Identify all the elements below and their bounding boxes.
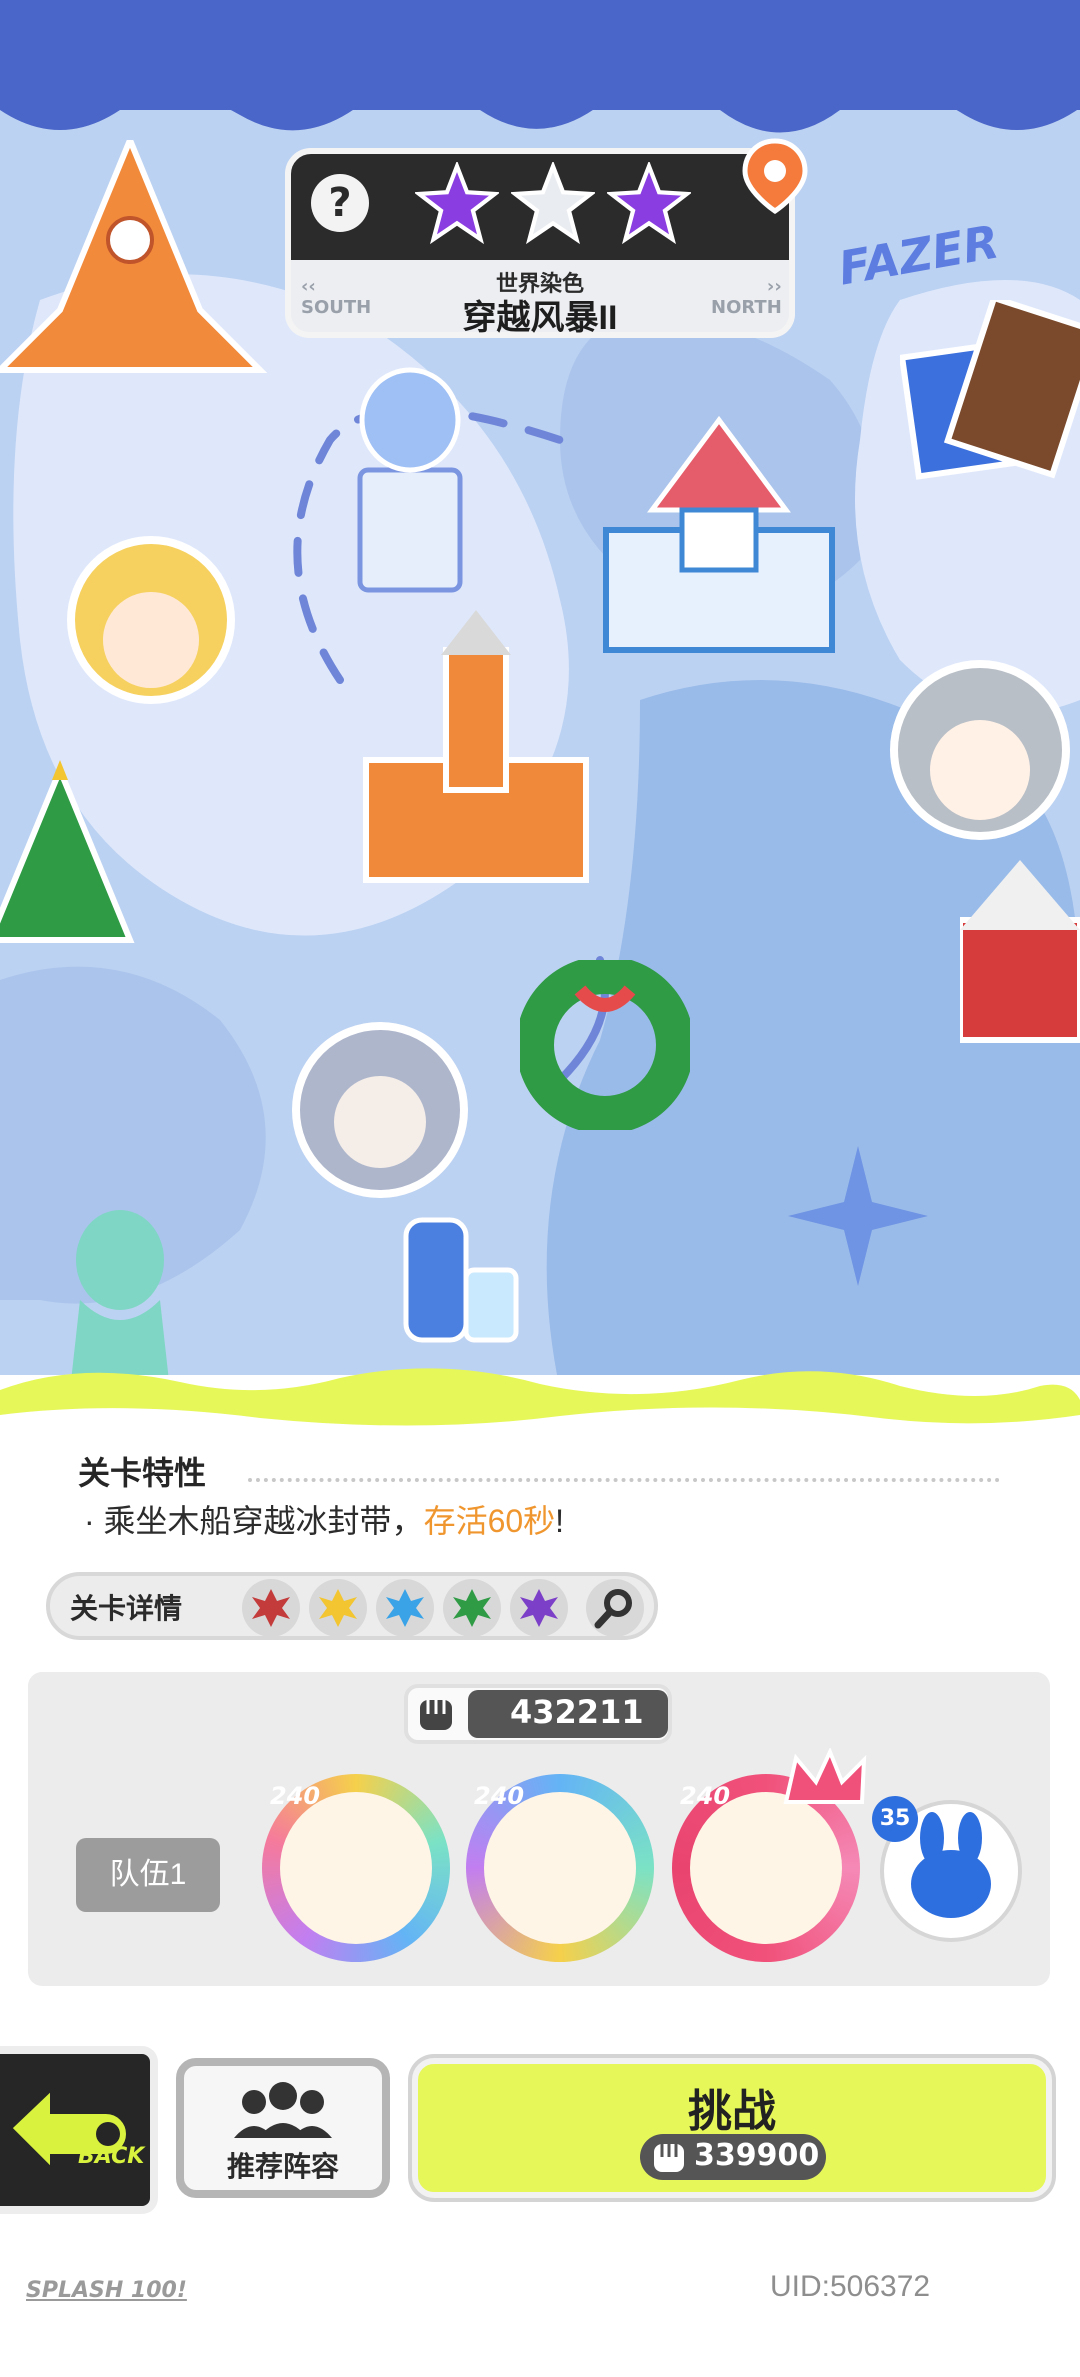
group-icon (234, 2082, 332, 2138)
challenge-cost: 339900 (694, 2138, 820, 2173)
christmas-tree-landmark (0, 760, 135, 943)
hero-chibi-blue (292, 1022, 468, 1198)
magnifier-icon[interactable] (586, 1579, 644, 1637)
hero-chibi-yellow (67, 536, 235, 704)
hero-portrait-1 (280, 1792, 432, 1944)
stage-name: 穿越风暴II (462, 299, 618, 337)
castle-landmark (363, 610, 589, 883)
crown-icon (783, 1748, 867, 1804)
traits-description-highlight: 存活60秒 (423, 1503, 556, 1539)
star-icon-1 (415, 162, 499, 245)
lime-slime-edge (0, 1368, 1080, 1440)
splat-icon-3[interactable] (376, 1579, 434, 1637)
star-icon-3 (607, 162, 691, 245)
back-label: BACK (78, 2144, 145, 2169)
traits-divider (248, 1478, 1000, 1482)
hero-level-3: 240 (680, 1782, 731, 1810)
hero-level-1: 240 (270, 1782, 321, 1810)
map-pin-icon[interactable] (735, 135, 815, 215)
team-power-value: 432211 (510, 1693, 644, 1731)
fist-icon (420, 1700, 452, 1730)
pet-level: 35 (872, 1796, 918, 1842)
deer-statue-landmark (357, 367, 463, 593)
question-icon[interactable]: ? (311, 174, 369, 232)
fist-icon (654, 2144, 684, 2172)
traits-title: 关卡特性 (78, 1455, 207, 1491)
star-icon-2 (511, 162, 595, 245)
splat-icon-4[interactable] (443, 1579, 501, 1637)
team-select-button[interactable]: 队伍1 (76, 1838, 220, 1912)
hero-portrait-3 (690, 1792, 842, 1944)
back-button[interactable] (0, 2046, 158, 2214)
splat-icon-5[interactable] (510, 1579, 568, 1637)
back-arrow-icon (7, 2083, 130, 2175)
wreath-landmark (520, 960, 690, 1130)
recommend-team-label: 推荐阵容 (226, 2151, 339, 2182)
hero-portrait-2 (484, 1792, 636, 1944)
clock-tower-landmark (0, 140, 268, 373)
traits-description-prefix: · 乘坐木船穿越冰封带， (84, 1503, 424, 1539)
user-id: UID:506372 (770, 2270, 931, 2303)
challenge-label: 挑战 (688, 2087, 776, 2136)
splat-icon-1[interactable] (242, 1579, 300, 1637)
traits-description: · 乘坐木船穿越冰封带，存活60秒! (84, 1496, 564, 1542)
splat-icon-2[interactable] (309, 1579, 367, 1637)
stage-details-label: 关卡详情 (70, 1593, 183, 1624)
world-map[interactable]: FAZER ? ‹‹ SOUTH ›› NORTH 世界染色 穿越风暴II (0, 0, 1080, 1390)
red-house-landmark (960, 860, 1080, 1043)
hero-level-2: 240 (474, 1782, 525, 1810)
traits-description-suffix: ! (555, 1503, 565, 1539)
brand-logo: SPLASH 100! (26, 2278, 187, 2303)
hero-chibi-silver (890, 660, 1070, 840)
chocolate-landmark (900, 300, 1080, 480)
palace-landmark (603, 415, 835, 653)
